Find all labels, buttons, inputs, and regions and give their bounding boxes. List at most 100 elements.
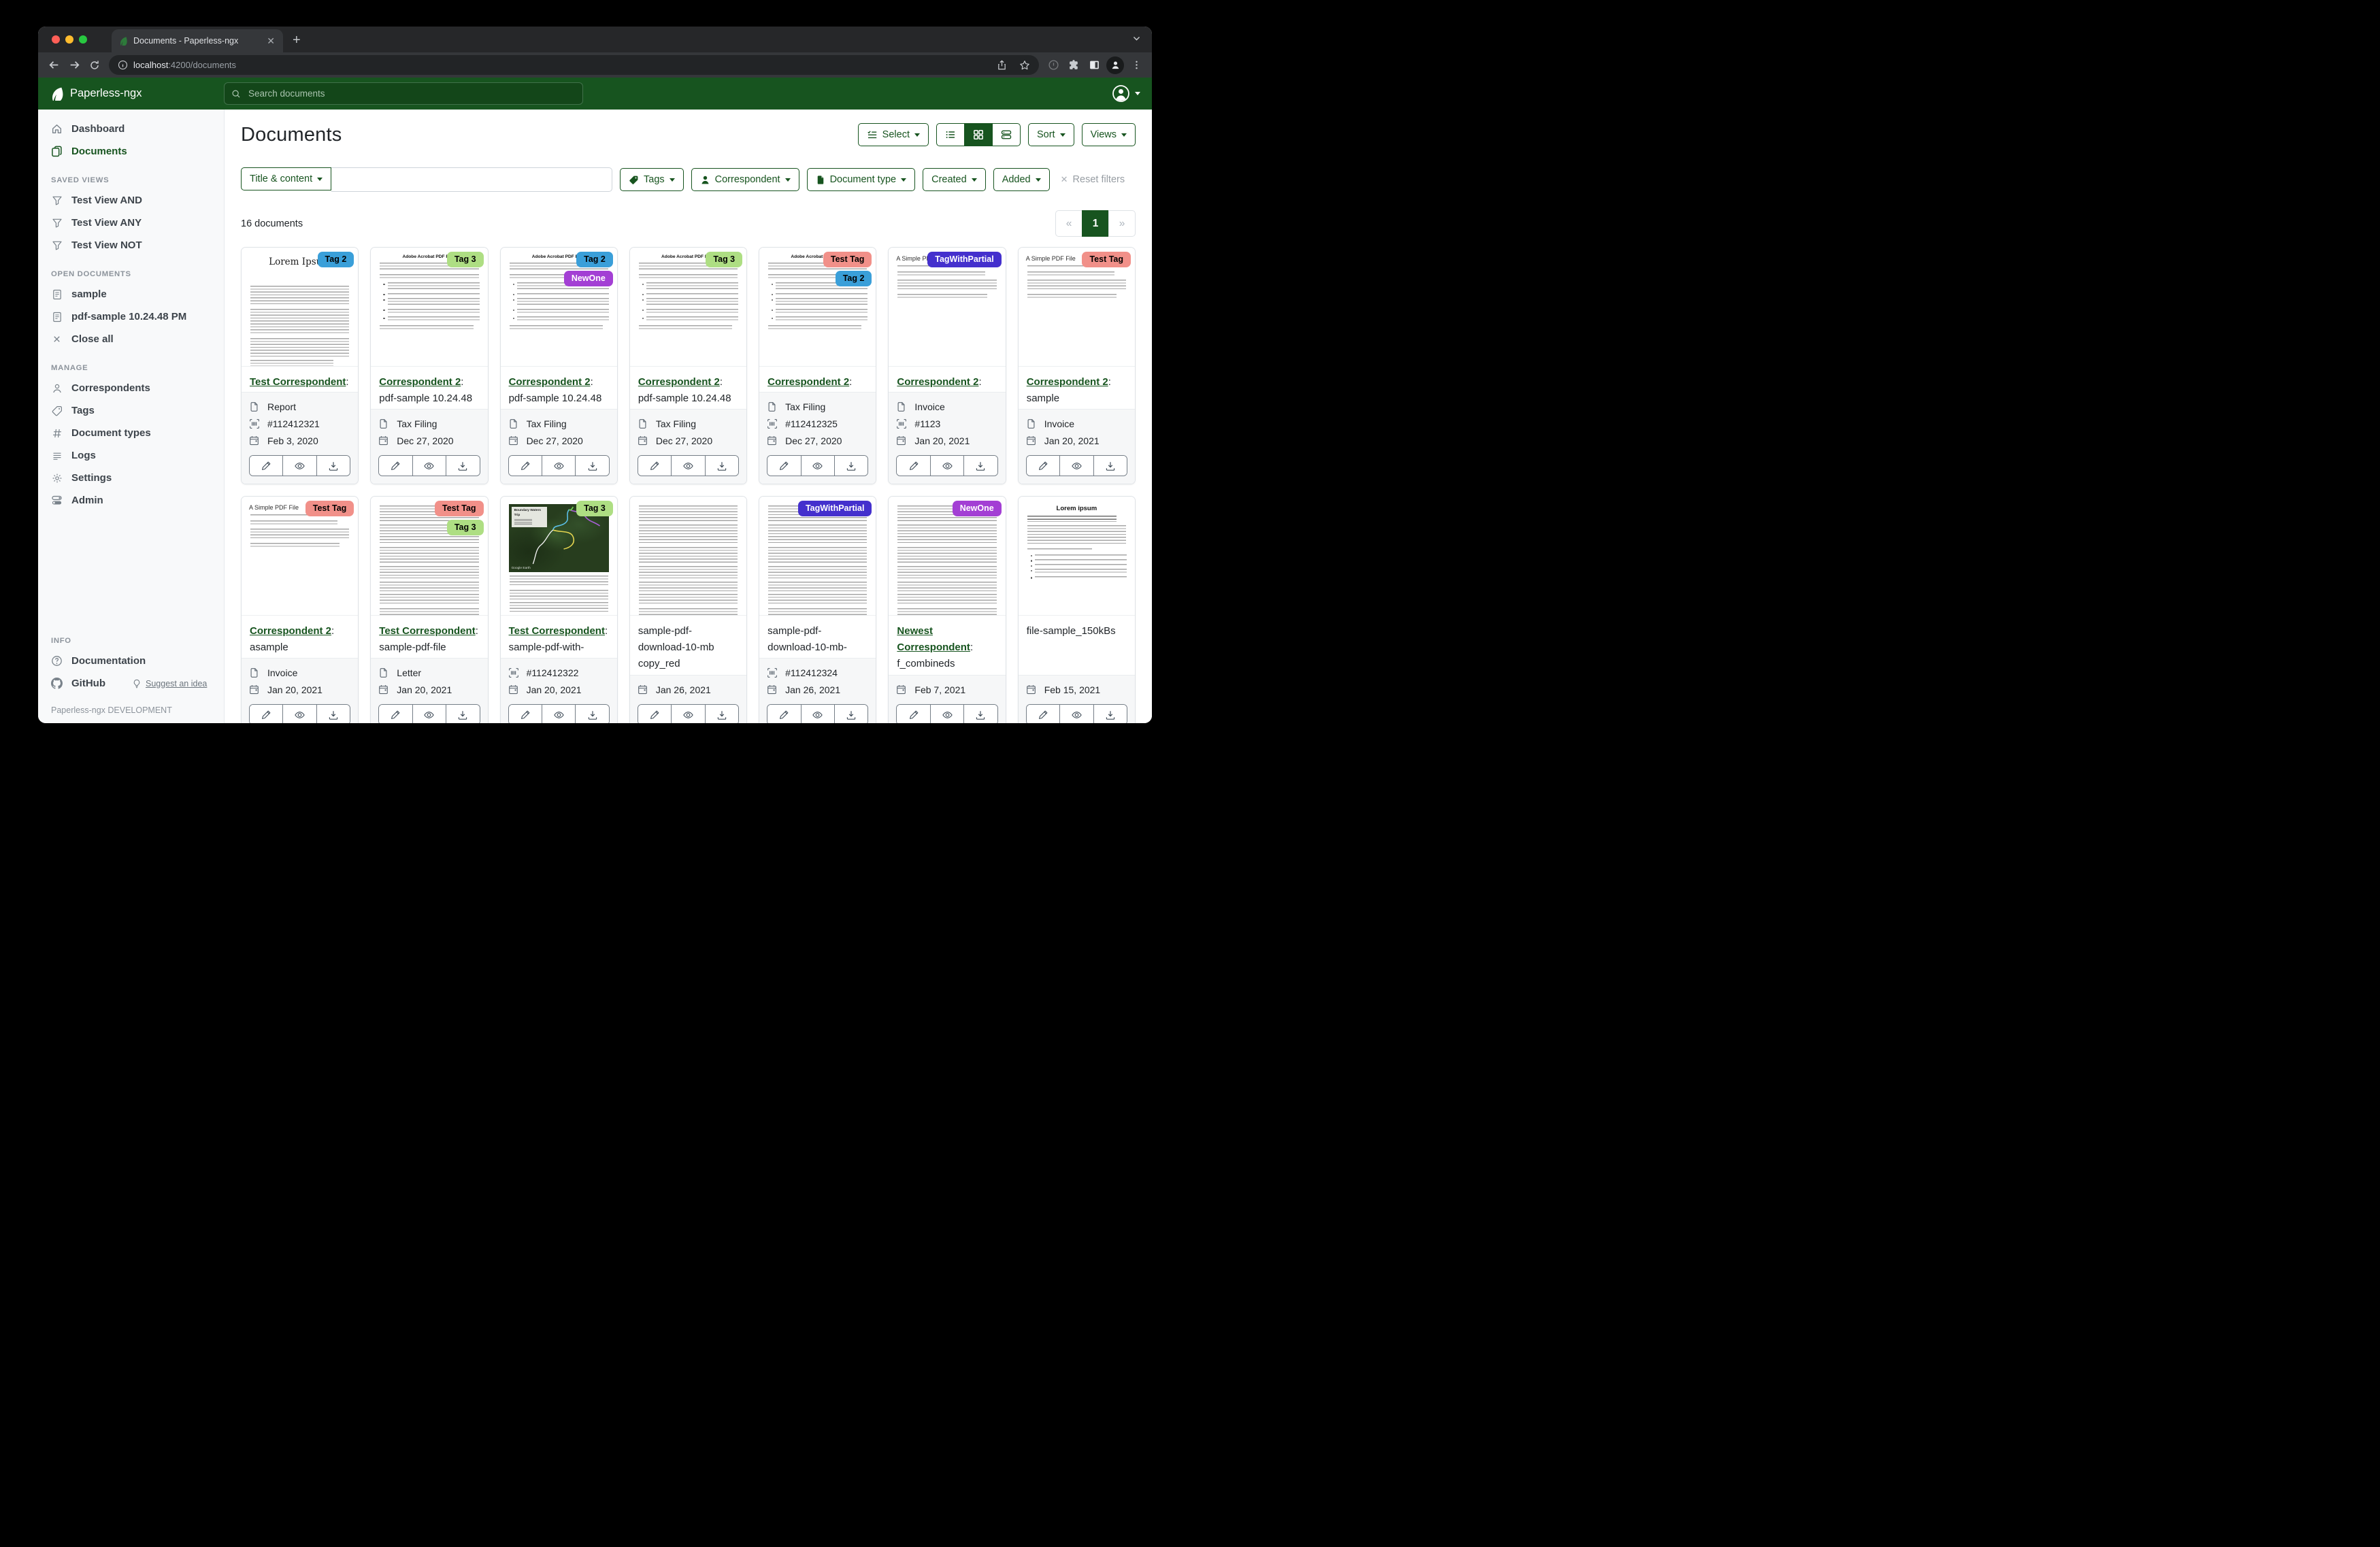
document-card-2[interactable]: Adobe Acrobat PDF FilesTag 3 Corresponden…	[370, 247, 488, 484]
document-title[interactable]: Newest Correspondent: f_combineds	[889, 616, 1005, 675]
document-thumbnail[interactable]: Lorem IpsumTag 2	[242, 248, 358, 367]
preview-button[interactable]	[1059, 705, 1093, 723]
download-button[interactable]	[1093, 456, 1127, 476]
new-tab-button[interactable]: +	[293, 33, 301, 47]
document-title[interactable]: sample-pdf-download-10-mb-longer-title	[759, 616, 876, 658]
preview-button[interactable]	[930, 456, 963, 476]
correspondent-link[interactable]: Test Correspondent	[250, 376, 346, 388]
sidebar-item-dashboard[interactable]: Dashboard	[38, 118, 224, 140]
download-button[interactable]	[705, 705, 738, 723]
browser-menu-kebab-icon[interactable]	[1126, 55, 1146, 76]
document-title[interactable]: Correspondent 2: sample	[1019, 367, 1135, 409]
edit-button[interactable]	[379, 456, 412, 476]
grid-view-button[interactable]	[964, 123, 993, 146]
download-button[interactable]	[446, 456, 479, 476]
suggest-an-idea-link[interactable]: Suggest an idea	[132, 679, 207, 688]
sidebar-item-documents[interactable]: Documents	[38, 140, 224, 163]
document-card-7[interactable]: A Simple PDF FileTest TagCorrespondent 2…	[1018, 247, 1136, 484]
sidebar-item-test-view-and[interactable]: Test View AND	[38, 189, 224, 212]
tag-chip[interactable]: TagWithPartial	[927, 252, 1001, 267]
download-button[interactable]	[705, 456, 738, 476]
site-info-icon[interactable]	[117, 56, 128, 74]
document-title[interactable]: Correspondent 2: pdf-sample 10.24.48 PM	[630, 367, 746, 409]
tag-chip[interactable]: Test Tag	[305, 501, 354, 516]
document-title[interactable]: sample-pdf-download-10-mb copy_red	[630, 616, 746, 675]
tag-chip[interactable]: Tag 2	[576, 252, 613, 267]
edit-button[interactable]	[897, 456, 929, 476]
document-card-14[interactable]: Lorem ipsumfile-sample_150kBsFeb 15, 202…	[1018, 496, 1136, 723]
correspondent-link[interactable]: Correspondent 2	[250, 625, 331, 637]
document-thumbnail[interactable]: Boundary Waters TripGoogle EarthTag 3	[501, 497, 617, 616]
user-menu[interactable]	[1112, 84, 1140, 103]
detail-view-button[interactable]	[992, 123, 1021, 146]
preview-button[interactable]	[801, 705, 834, 723]
created-filter-button[interactable]: Created	[923, 168, 986, 191]
download-button[interactable]	[316, 705, 350, 723]
download-button[interactable]	[834, 705, 867, 723]
download-button[interactable]	[575, 456, 608, 476]
filter-field-button[interactable]: Title & content	[241, 167, 331, 190]
tag-chip[interactable]: Tag 3	[447, 520, 484, 535]
sort-button[interactable]: Sort	[1028, 123, 1074, 146]
pagination-next[interactable]: »	[1108, 210, 1136, 237]
extensions-puzzle-icon[interactable]	[1063, 55, 1084, 76]
edit-button[interactable]	[509, 705, 542, 723]
document-card-11[interactable]: sample-pdf-download-10-mb copy_redJan 26…	[629, 496, 747, 723]
sidebar-item-close-all[interactable]: Close all	[38, 328, 224, 350]
document-card-5[interactable]: Adobe Acrobat PDF FilesTest TagTag 2Corr…	[759, 247, 876, 484]
sidebar-item-settings[interactable]: Settings	[38, 467, 224, 489]
document-title[interactable]: file-sample_150kBs	[1019, 616, 1135, 675]
tag-chip[interactable]: Tag 2	[318, 252, 354, 267]
document-thumbnail[interactable]: A Simple PDF FileTest Tag	[242, 497, 358, 616]
document-thumbnail[interactable]: Adobe Acrobat PDF FilesTag 3	[371, 248, 487, 367]
document-card-6[interactable]: A Simple PDF FileTagWithPartialCorrespon…	[888, 247, 1006, 484]
document-card-8[interactable]: A Simple PDF FileTest Tag Correspondent 2…	[241, 496, 359, 723]
document-title[interactable]: Correspondent 2: pdf-sample 10.24.48 PM	[759, 367, 876, 392]
document-thumbnail[interactable]: A Simple PDF FileTest Tag	[1019, 248, 1135, 367]
sidebar-item-documentation[interactable]: Documentation	[38, 650, 224, 672]
edit-button[interactable]	[250, 705, 282, 723]
preview-button[interactable]	[542, 456, 575, 476]
tag-chip[interactable]: NewOne	[953, 501, 1002, 516]
tag-chip[interactable]: NewOne	[564, 271, 613, 286]
tag-chip[interactable]: Tag 3	[447, 252, 484, 267]
zoom-window-button[interactable]	[79, 35, 87, 44]
tag-chip[interactable]: TagWithPartial	[798, 501, 872, 516]
document-card-3[interactable]: Adobe Acrobat PDF FilesTag 2NewOneCorres…	[500, 247, 618, 484]
list-view-button[interactable]	[936, 123, 965, 146]
correspondent-link[interactable]: Correspondent 2	[509, 376, 591, 388]
preview-button[interactable]	[671, 456, 704, 476]
document-title[interactable]: Correspondent 2: sample	[889, 367, 1005, 392]
tag-chip[interactable]: Tag 3	[576, 501, 613, 516]
edit-button[interactable]	[509, 456, 542, 476]
app-brand[interactable]: Paperless-ngx	[50, 86, 224, 101]
document-card-10[interactable]: Boundary Waters TripGoogle EarthTag 3Tes…	[500, 496, 618, 723]
download-button[interactable]	[834, 456, 867, 476]
document-thumbnail[interactable]: A Simple PDF FileTagWithPartial	[889, 248, 1005, 367]
edit-button[interactable]	[638, 705, 671, 723]
edit-button[interactable]	[1027, 456, 1059, 476]
correspondent-filter-button[interactable]: Correspondent	[691, 168, 799, 191]
forward-icon[interactable]	[64, 55, 84, 76]
correspondent-link[interactable]: Correspondent 2	[638, 376, 720, 388]
sidebar-item-github[interactable]: GitHubSuggest an idea	[38, 672, 224, 695]
tags-filter-button[interactable]: Tags	[620, 168, 684, 191]
select-button[interactable]: Select	[858, 123, 929, 146]
preview-button[interactable]	[1059, 456, 1093, 476]
tag-chip[interactable]: Tag 2	[836, 271, 872, 286]
preview-button[interactable]	[671, 705, 704, 723]
extension-badge-icon[interactable]	[1043, 55, 1063, 76]
document-thumbnail[interactable]: Test TagTag 3	[371, 497, 487, 616]
browser-profile-avatar[interactable]	[1106, 56, 1124, 74]
tab-close-icon[interactable]: ✕	[265, 35, 276, 47]
preview-button[interactable]	[801, 456, 834, 476]
browser-tab[interactable]: Documents - Paperless-ngx ✕	[112, 29, 283, 52]
back-icon[interactable]	[44, 55, 64, 76]
document-card-1[interactable]: Lorem IpsumTag 2Test Correspondent: A Sa…	[241, 247, 359, 484]
document-thumbnail[interactable]: Lorem ipsum	[1019, 497, 1135, 616]
correspondent-link[interactable]: Test Correspondent	[379, 625, 475, 637]
bookmark-star-icon[interactable]	[1016, 56, 1034, 74]
correspondent-link[interactable]: Correspondent 2	[379, 376, 461, 388]
tag-chip[interactable]: Test Tag	[823, 252, 872, 267]
document-card-4[interactable]: Adobe Acrobat PDF FilesTag 3Corresponden…	[629, 247, 747, 484]
